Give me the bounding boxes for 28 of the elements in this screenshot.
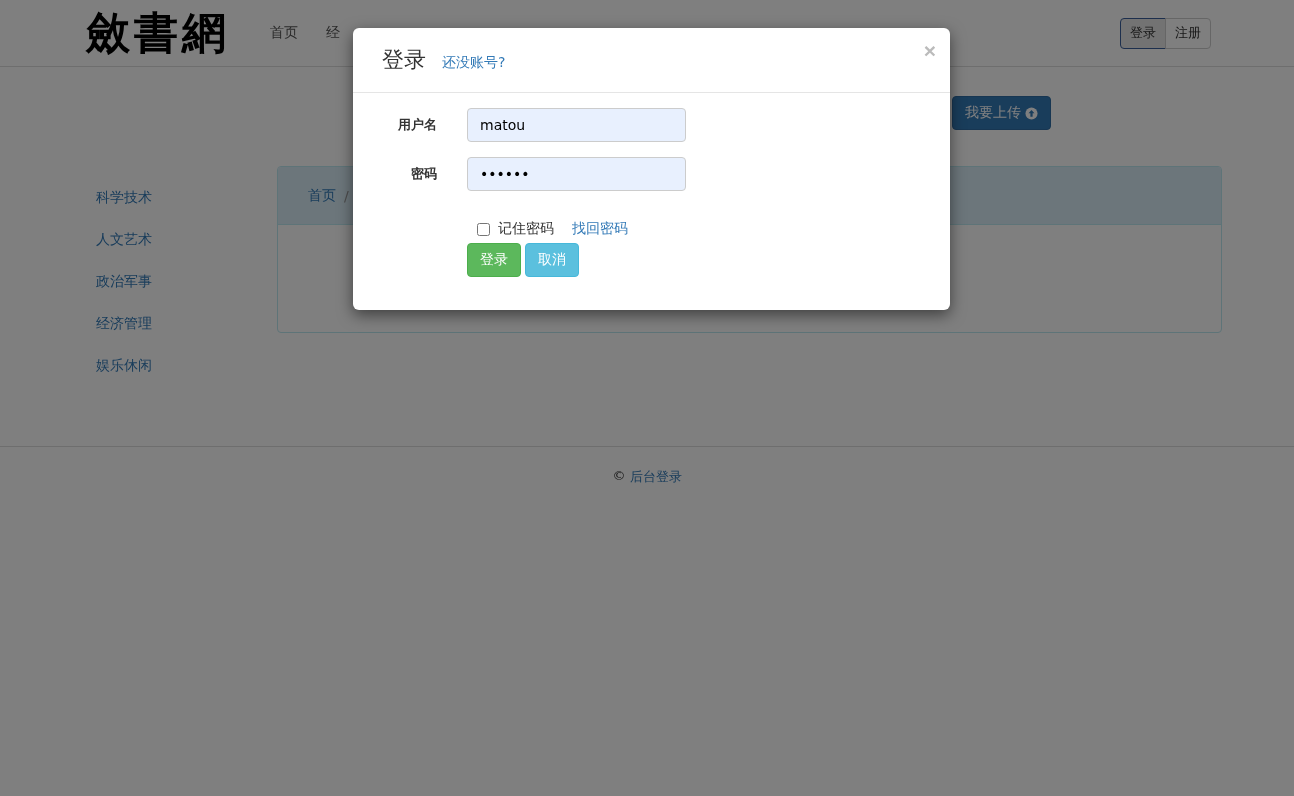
admin-login-link[interactable]: 后台登录	[629, 468, 682, 486]
breadcrumb-link[interactable]: 首页	[308, 186, 336, 205]
register-link[interactable]: 还没账号?	[442, 54, 506, 72]
forgot-password-link[interactable]: 找回密码	[572, 220, 628, 238]
field-label: 密码	[410, 165, 437, 183]
password-field[interactable]: ••••••	[467, 157, 686, 191]
login-button[interactable]: 登录	[1120, 17, 1166, 49]
nav-link[interactable]: 首页	[270, 24, 298, 42]
upload-icon	[1025, 106, 1038, 120]
dialog-title: 登录	[382, 46, 426, 74]
register-button[interactable]: 注册	[1165, 17, 1211, 49]
category-link[interactable]: 科学技术	[77, 176, 277, 218]
upload-button[interactable]: 我要上传	[952, 96, 1051, 130]
category-link[interactable]: 经济管理	[77, 302, 277, 344]
category-link[interactable]: 人文艺术	[77, 218, 277, 260]
copyright-sign: ©	[612, 468, 626, 485]
close-button[interactable]: ×	[923, 40, 936, 61]
category-link[interactable]: 政治军事	[77, 260, 277, 302]
nav-link[interactable]: 经	[326, 24, 340, 42]
cancel-button[interactable]: 取消	[525, 243, 579, 277]
username-field[interactable]: matou	[467, 108, 686, 142]
field-label: 用户名	[397, 116, 437, 134]
site-logo: 斂書網	[86, 5, 230, 60]
remember-label: 记住密码	[498, 220, 554, 238]
category-link[interactable]: 娱乐休闲	[77, 344, 277, 386]
breadcrumb-separator: /	[344, 187, 349, 204]
submit-button[interactable]: 登录	[467, 243, 521, 277]
remember-checkbox[interactable]	[477, 222, 490, 236]
